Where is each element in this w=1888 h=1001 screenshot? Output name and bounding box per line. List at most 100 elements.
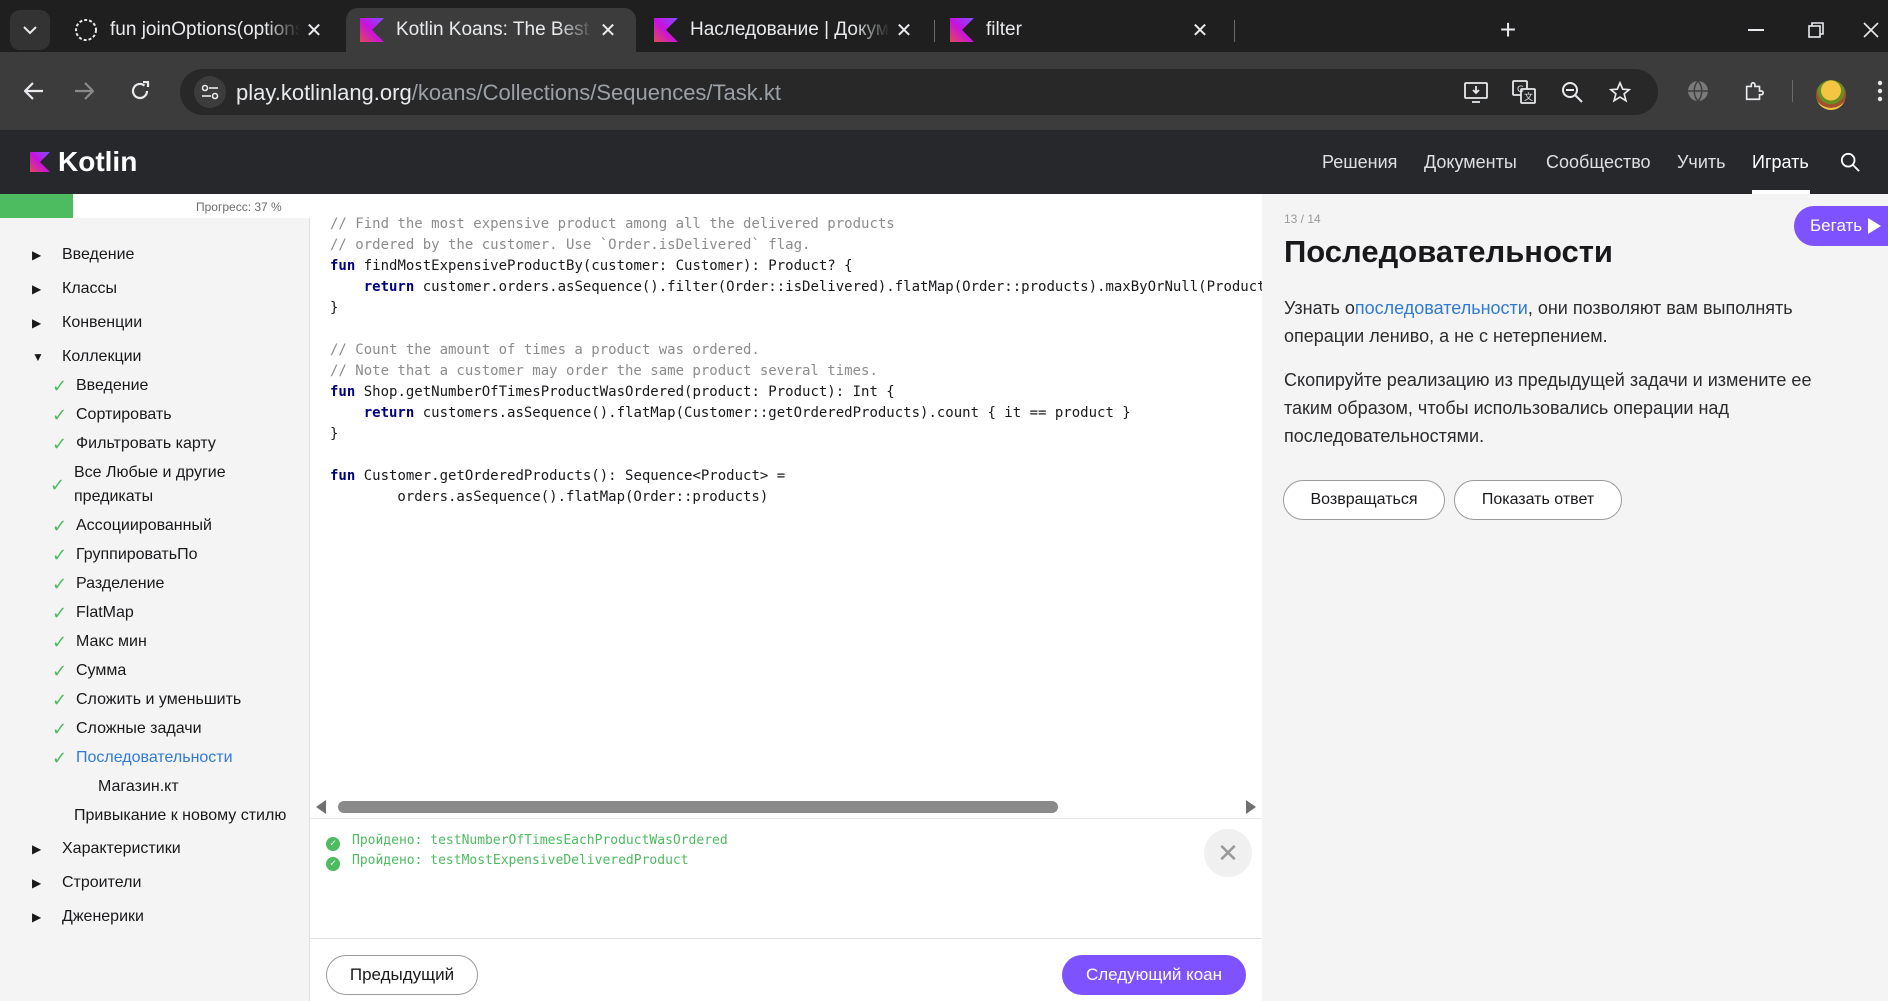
scroll-right-arrow-icon[interactable] (1246, 800, 1256, 814)
sidebar-item-associate[interactable]: ✓ Ассоциированный (52, 514, 212, 538)
window-close-icon[interactable] (1854, 12, 1888, 48)
browser-tab-3[interactable]: Наследование | Документация ✕ (640, 8, 932, 52)
minimize-icon[interactable] (1736, 12, 1776, 48)
triangle-right-icon: ▶ (32, 248, 42, 262)
tab-search-button[interactable] (10, 10, 50, 50)
sidebar-item-sequences[interactable]: ✓ Последовательности (52, 746, 233, 770)
restore-icon[interactable] (1796, 12, 1836, 48)
code-line[interactable]: fun Shop.getNumberOfTimesProductWasOrder… (330, 380, 1262, 401)
sidebar-item-partition[interactable]: ✓ Разделение (52, 572, 164, 596)
code-line[interactable]: // Note that a customer may order the sa… (330, 359, 1262, 380)
code-line[interactable] (330, 443, 1262, 464)
sidebar-item-sort[interactable]: ✓ Сортировать (52, 403, 172, 427)
check-icon: ✓ (52, 574, 68, 594)
install-app-icon[interactable] (1460, 76, 1492, 108)
code-line[interactable]: // Count the amount of times a product w… (330, 338, 1262, 359)
sidebar-item-compound-tasks[interactable]: ✓ Сложные задачи (52, 717, 202, 741)
url-text[interactable]: play.kotlinlang.org/koans/Collections/Se… (236, 80, 781, 106)
browser-tab-4[interactable]: filter ✕ (936, 8, 1228, 52)
sidebar-section-builders[interactable]: ▶ Строители (32, 874, 141, 892)
check-icon: ✓ (52, 405, 68, 425)
zoom-out-icon[interactable] (1556, 76, 1588, 108)
close-icon[interactable]: ✕ (890, 18, 918, 43)
code-line[interactable]: orders.asSequence().flatMap(Order::produ… (330, 485, 1262, 506)
triangle-right-icon: ▶ (32, 842, 42, 856)
previous-button[interactable]: Предыдущий (326, 955, 478, 995)
sidebar-item-max-min[interactable]: ✓ Макс мин (52, 630, 147, 654)
nav-docs[interactable]: Документы (1424, 152, 1517, 173)
sidebar-section-properties[interactable]: ▶ Характеристики (32, 840, 181, 858)
globe-extension-icon[interactable] (1678, 71, 1718, 111)
check-icon: ✓ (52, 661, 68, 681)
code-line[interactable]: } (330, 296, 1262, 317)
code-line[interactable]: fun Customer.getOrderedProducts(): Seque… (330, 464, 1262, 485)
browser-tab-bar: fun joinOptions(options: Collect ✕ Kotli… (0, 0, 1888, 52)
nav-community[interactable]: Сообщество (1546, 152, 1651, 173)
kotlin-logo[interactable]: Kotlin (30, 146, 137, 178)
triangle-down-icon: ▼ (32, 350, 44, 364)
sidebar-item-collections-intro[interactable]: ✓ Введение (52, 374, 148, 398)
run-button[interactable]: Бегать (1794, 206, 1888, 246)
check-icon: ✓ (52, 545, 68, 565)
scrollbar-thumb[interactable] (338, 801, 1058, 813)
code-content[interactable]: // Find the most expensive product among… (330, 212, 1262, 506)
bookmark-star-icon[interactable] (1604, 76, 1636, 108)
horizontal-scrollbar[interactable] (310, 796, 1262, 816)
show-answer-button[interactable]: Показать ответ (1454, 480, 1622, 520)
sidebar-item-flatmap[interactable]: ✓ FlatMap (52, 601, 134, 625)
tab-title: fun joinOptions(options: Collect (110, 19, 300, 40)
sidebar-item-groupby[interactable]: ✓ ГруппироватьПо (52, 543, 197, 567)
task-title: Последовательности (1284, 234, 1613, 269)
sidebar-section-conventions[interactable]: ▶ Конвенции (32, 314, 142, 332)
reload-icon[interactable] (120, 71, 160, 111)
close-icon[interactable]: ✕ (300, 18, 328, 43)
code-editor[interactable]: // Find the most expensive product among… (310, 194, 1262, 814)
new-tab-plus-icon[interactable]: + (1490, 12, 1526, 48)
code-line[interactable]: return customers.asSequence().flatMap(Cu… (330, 401, 1262, 422)
address-bar[interactable]: play.kotlinlang.org/koans/Collections/Se… (180, 69, 1658, 115)
browser-tab-2[interactable]: Kotlin Koans: The Best Way To L ✕ (346, 8, 636, 52)
sidebar-section-collections[interactable]: ▼ Коллекции (32, 348, 141, 366)
test-result: ✓ Пройдено: testMostExpensiveDeliveredPro… (326, 853, 689, 871)
progress-label: Прогресс: 37 % (196, 200, 282, 214)
sidebar-item-getting-used-to-new-style[interactable]: Привыкание к новому стилю (74, 804, 286, 828)
code-line[interactable]: // Find the most expensive product among… (330, 212, 1262, 233)
scroll-left-arrow-icon[interactable] (316, 800, 326, 814)
close-console-icon[interactable]: ✕ (1204, 829, 1252, 877)
sidebar-file-shop[interactable]: Магазин.кт (98, 775, 179, 799)
check-icon: ✓ (52, 603, 68, 623)
code-line[interactable]: // ordered by the customer. Use `Order.i… (330, 233, 1262, 254)
sidebar-item-predicates[interactable]: ✓ Все Любые и другие предикаты (50, 461, 254, 509)
back-arrow-icon[interactable] (14, 71, 54, 111)
nav-play[interactable]: Играть (1752, 152, 1809, 173)
code-line[interactable]: return customer.orders.asSequence().filt… (330, 275, 1262, 296)
code-line[interactable]: fun findMostExpensiveProductBy(customer:… (330, 254, 1262, 275)
nav-solutions[interactable]: Решения (1322, 152, 1397, 173)
sidebar-section-classes[interactable]: ▶ Классы (32, 280, 117, 298)
sequences-link[interactable]: последовательности (1355, 298, 1528, 318)
tab-title: Наследование | Документация (690, 19, 890, 40)
translate-icon[interactable]: G文 (1508, 76, 1540, 108)
browser-tab-1[interactable]: fun joinOptions(options: Collect ✕ (60, 8, 342, 52)
forward-arrow-icon[interactable] (64, 71, 104, 111)
more-menu-icon[interactable] (1860, 71, 1888, 111)
close-icon[interactable]: ✕ (1186, 18, 1214, 43)
sidebar-item-filter-map[interactable]: ✓ Фильтровать карту (52, 432, 216, 456)
code-line[interactable] (330, 317, 1262, 338)
extensions-puzzle-icon[interactable] (1734, 71, 1774, 111)
code-line[interactable]: } (330, 422, 1262, 443)
kotlin-icon (30, 152, 50, 172)
sidebar-section-introduction[interactable]: ▶ Введение (32, 246, 134, 264)
profile-avatar[interactable] (1816, 80, 1846, 110)
search-icon[interactable] (1840, 152, 1860, 177)
tab-separator (1234, 20, 1235, 42)
site-info-icon[interactable] (194, 76, 226, 108)
back-button[interactable]: Возвращаться (1283, 480, 1445, 520)
sidebar-item-sum[interactable]: ✓ Сумма (52, 659, 126, 683)
sidebar-section-generics[interactable]: ▶ Дженерики (32, 908, 144, 926)
nav-learn[interactable]: Учить (1677, 152, 1726, 173)
check-circle-icon: ✓ (326, 857, 340, 871)
sidebar-item-fold-reduce[interactable]: ✓ Сложить и уменьшить (52, 688, 241, 712)
close-icon[interactable]: ✕ (594, 18, 622, 43)
next-koan-button[interactable]: Следующий коан (1062, 955, 1246, 995)
